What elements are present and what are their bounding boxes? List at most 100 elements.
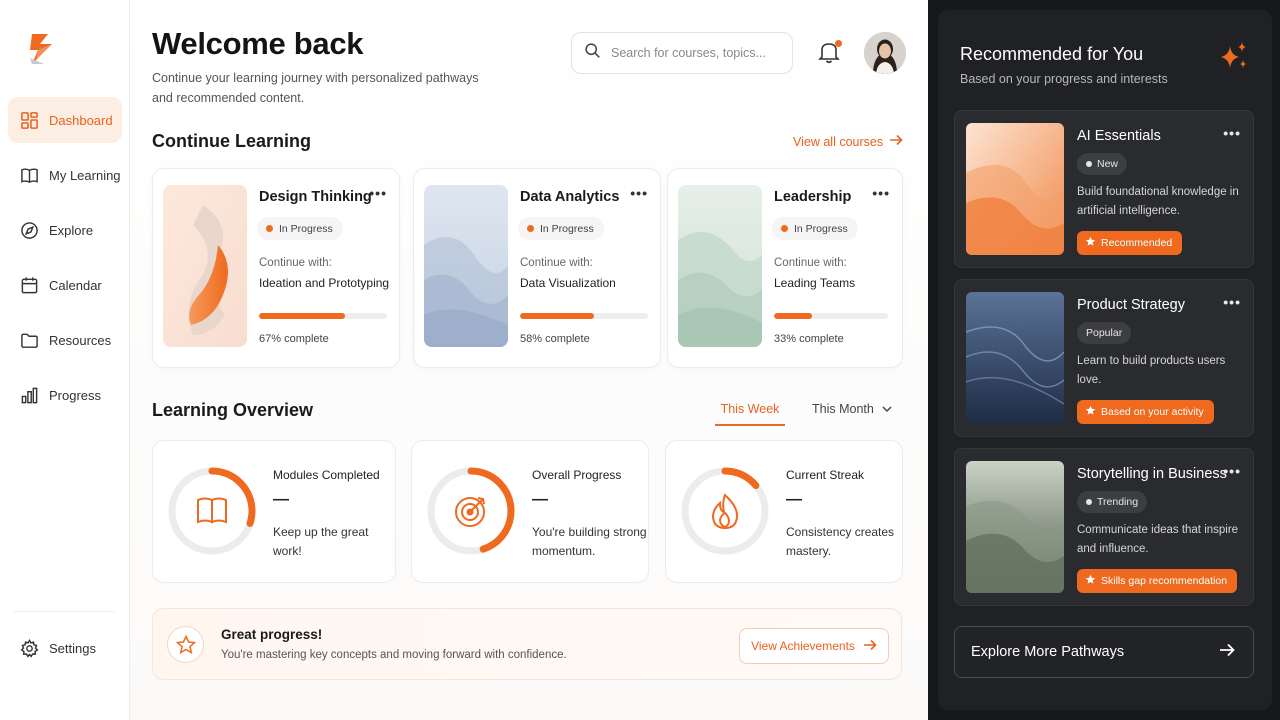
- continue-label: Continue with:: [520, 257, 593, 269]
- tag-badge: Trending: [1077, 491, 1148, 513]
- progress-bar: [774, 313, 888, 319]
- star-icon: [1085, 405, 1096, 419]
- recommended-title: Recommended for You: [960, 44, 1144, 64]
- page-subtitle: Continue your learning journey with pers…: [152, 71, 479, 105]
- arrow-right-icon: [889, 134, 903, 149]
- arrow-right-icon: [863, 639, 877, 654]
- sidebar-item-label: Settings: [49, 640, 96, 656]
- tag-label: Popular: [1086, 327, 1123, 339]
- more-options-button[interactable]: •••: [1223, 294, 1241, 310]
- course-title: Leadership: [774, 189, 852, 205]
- folder-icon: [19, 330, 39, 350]
- bell-icon: [818, 43, 840, 68]
- more-options-button[interactable]: •••: [369, 185, 387, 201]
- arrow-right-icon: [1219, 643, 1235, 661]
- sidebar-nav: Dashboard My Learning Explore Calendar R…: [8, 97, 122, 427]
- explore-more-pathways-button[interactable]: Explore More Pathways: [954, 626, 1254, 678]
- status-badge: In Progress: [257, 217, 343, 240]
- calendar-icon: [19, 275, 39, 295]
- more-options-button[interactable]: •••: [1223, 125, 1241, 141]
- continue-label: Continue with:: [774, 257, 847, 269]
- continue-learning-title: Continue Learning: [152, 131, 311, 151]
- chevron-down-icon: [882, 402, 892, 416]
- more-options-button[interactable]: •••: [630, 185, 648, 201]
- progress-bar-fill: [259, 313, 345, 319]
- view-achievements-button[interactable]: View Achievements: [739, 628, 889, 664]
- course-thumbnail: [966, 292, 1064, 424]
- recommendation-title: Storytelling in Business: [1077, 466, 1227, 482]
- progress-label: 58% complete: [520, 333, 590, 345]
- grid-icon: [19, 110, 39, 130]
- stat-value: —: [273, 491, 289, 508]
- stat-card-current-streak[interactable]: Current Streak — Consistency creates mas…: [665, 440, 903, 583]
- sidebar-item-my-learning[interactable]: My Learning: [8, 152, 122, 198]
- recommendation-badge: Based on your activity: [1077, 400, 1214, 424]
- course-thumbnail: [163, 185, 247, 347]
- progress-ring: [680, 457, 770, 565]
- notifications-button[interactable]: [818, 40, 842, 66]
- course-title: Data Analytics: [520, 189, 620, 205]
- tag-label: Trending: [1097, 496, 1139, 508]
- recommendation-title: Product Strategy: [1077, 297, 1185, 313]
- dot-icon: [1086, 499, 1092, 505]
- search-box[interactable]: [571, 32, 793, 74]
- avatar[interactable]: [864, 32, 906, 74]
- course-card-data-analytics[interactable]: Data Analytics ••• In Progress Continue …: [413, 168, 661, 368]
- course-thumbnail: [424, 185, 508, 347]
- main-content: Welcome back Continue your learning jour…: [130, 0, 928, 720]
- course-card-design-thinking[interactable]: Design Thinking ••• In Progress Continue…: [152, 168, 400, 368]
- continue-label: Continue with:: [259, 257, 332, 269]
- sidebar-item-label: Calendar: [49, 277, 102, 293]
- sidebar-item-settings[interactable]: Settings: [8, 625, 122, 671]
- stat-card-modules-completed[interactable]: Modules Completed — Keep up the great wo…: [152, 440, 396, 583]
- flame-icon: [711, 493, 739, 530]
- sidebar-item-resources[interactable]: Resources: [8, 317, 122, 363]
- sidebar-item-label: Resources: [49, 332, 112, 348]
- view-all-courses-label: View all courses: [793, 134, 884, 149]
- dot-icon: [1086, 161, 1092, 167]
- compass-icon: [19, 220, 39, 240]
- search-icon: [584, 42, 601, 64]
- sparkle-icon: [1218, 40, 1250, 72]
- tab-this-week[interactable]: This Week: [715, 402, 785, 426]
- search-input[interactable]: [611, 46, 781, 60]
- progress-bar: [520, 313, 648, 319]
- course-title: Design Thinking: [259, 189, 372, 205]
- recommendation-card-storytelling[interactable]: Storytelling in Business ••• Trending Co…: [954, 448, 1254, 606]
- recommended-subtitle: Based on your progress and interests: [960, 72, 1168, 86]
- badge-label: Based on your activity: [1101, 406, 1204, 418]
- stat-title: Modules Completed: [273, 468, 380, 482]
- sidebar-item-label: My Learning: [49, 167, 121, 183]
- recommendation-card-ai-essentials[interactable]: AI Essentials ••• New Build foundational…: [954, 110, 1254, 268]
- progress-ring: [167, 457, 257, 565]
- sidebar-item-progress[interactable]: Progress: [8, 372, 122, 418]
- badge-label: Recommended: [1101, 237, 1173, 249]
- stat-title: Overall Progress: [532, 468, 622, 482]
- sidebar-item-calendar[interactable]: Calendar: [8, 262, 122, 308]
- recommendation-description: Build foundational knowledge in artifici…: [1077, 186, 1239, 217]
- progress-label: 67% complete: [259, 333, 329, 345]
- view-all-courses-link[interactable]: View all courses: [793, 134, 903, 149]
- app-window: Dashboard My Learning Explore Calendar R…: [0, 0, 1280, 720]
- status-badge: In Progress: [772, 217, 858, 240]
- banner-title: Great progress!: [221, 627, 323, 642]
- course-card-leadership[interactable]: Leadership ••• In Progress Continue with…: [667, 168, 903, 368]
- course-thumbnail: [966, 461, 1064, 593]
- progress-ring: [426, 457, 516, 565]
- more-options-button[interactable]: •••: [1223, 463, 1241, 479]
- recommendation-card-product-strategy[interactable]: Product Strategy ••• Popular Learn to bu…: [954, 279, 1254, 437]
- progress-bar-fill: [520, 313, 595, 319]
- star-icon: [1085, 574, 1096, 588]
- sidebar-item-explore[interactable]: Explore: [8, 207, 122, 253]
- brand-logo-icon[interactable]: [26, 30, 58, 66]
- tab-this-month-label: This Month: [812, 402, 874, 416]
- stat-value: —: [786, 491, 802, 508]
- next-module: Ideation and Prototyping: [259, 276, 390, 290]
- more-options-button[interactable]: •••: [872, 185, 890, 201]
- stat-card-overall-progress[interactable]: Overall Progress — You're building stron…: [411, 440, 649, 583]
- tab-this-month[interactable]: This Month: [812, 402, 892, 416]
- sidebar-item-dashboard[interactable]: Dashboard: [8, 97, 122, 143]
- recommended-panel: Recommended for You Based on your progre…: [928, 0, 1280, 720]
- tag-badge: Popular: [1077, 322, 1132, 344]
- bar-chart-icon: [19, 385, 39, 405]
